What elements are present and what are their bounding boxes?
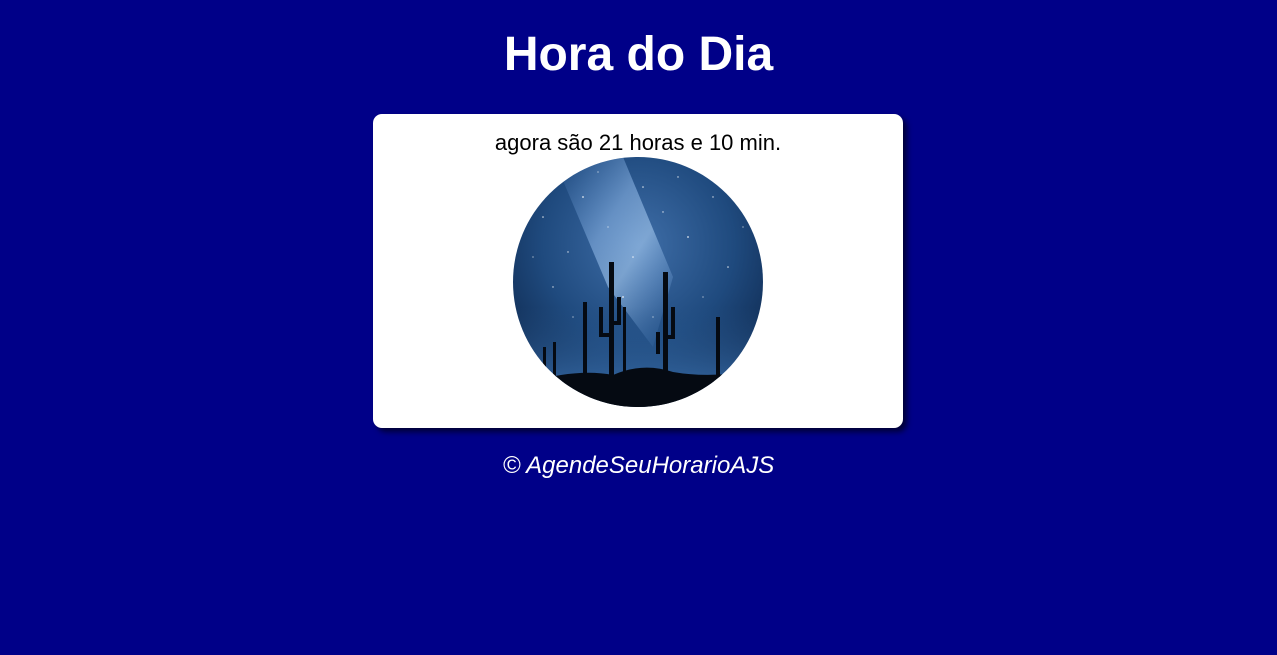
current-time-text: agora são 21 horas e 10 min. — [494, 130, 782, 155]
time-card: agora são 21 horas e 10 min. — [373, 114, 903, 428]
night-sky-image — [513, 157, 763, 407]
footer-copyright: © AgendeSeuHorarioAJS — [502, 452, 775, 479]
night-sky-cactus-photo — [513, 157, 763, 407]
page-title: Hora do Dia — [503, 28, 774, 81]
